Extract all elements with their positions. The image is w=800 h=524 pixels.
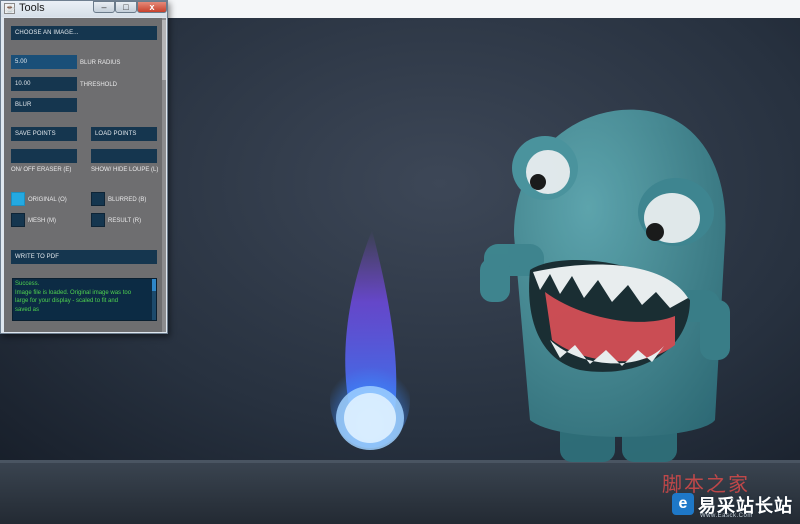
load-points-button[interactable]: LOAD POINTS bbox=[91, 127, 157, 141]
status-line: Success. bbox=[15, 281, 40, 287]
tools-panel: CHOOSE AN IMAGE... 5.00 BLUR RADIUS 10.0… bbox=[4, 18, 166, 332]
status-line: Image file is loaded. Original image was… bbox=[15, 289, 132, 296]
write-to-pdf-button[interactable]: WRITE TO PDF bbox=[11, 250, 157, 264]
blur-radius-label: BLUR RADIUS bbox=[80, 60, 121, 66]
panel-scrollbar[interactable] bbox=[162, 18, 166, 332]
loupe-toggle-label: SHOW/ HIDE LOUPE (L) bbox=[91, 167, 159, 173]
easck-logo-icon: e bbox=[672, 493, 694, 515]
maximize-button[interactable]: □ bbox=[115, 1, 137, 13]
mesh-view-checkbox[interactable] bbox=[11, 213, 25, 227]
result-view-label: RESULT (R) bbox=[108, 218, 142, 224]
eraser-toggle-button[interactable] bbox=[11, 149, 77, 163]
status-line: large for your display - scaled to fit a… bbox=[15, 298, 119, 305]
watermark-url: Www.Easck.Com bbox=[700, 513, 753, 519]
blurred-view-checkbox[interactable] bbox=[91, 192, 105, 206]
minimize-button[interactable]: ‒ bbox=[93, 1, 115, 13]
threshold-label: THRESHOLD bbox=[80, 82, 118, 88]
loupe-toggle-button[interactable] bbox=[91, 149, 157, 163]
mesh-view-label: MESH (M) bbox=[28, 218, 56, 224]
java-cup-icon: ☕ bbox=[4, 3, 15, 14]
blur-button[interactable]: BLUR bbox=[11, 98, 77, 112]
status-log[interactable]: Success. Image file is loaded. Original … bbox=[12, 278, 157, 321]
window-title: Tools bbox=[19, 2, 45, 14]
blur-radius-input[interactable]: 5.00 bbox=[11, 55, 77, 69]
original-view-label: ORIGINAL (O) bbox=[28, 197, 67, 203]
close-button[interactable]: x bbox=[137, 1, 167, 13]
tools-window: ☕ Tools ‒ □ x CHOOSE AN IMAGE... 5.00 BL… bbox=[0, 0, 168, 334]
choose-image-button[interactable]: CHOOSE AN IMAGE... bbox=[11, 26, 157, 40]
panel-scroll-thumb[interactable] bbox=[162, 20, 166, 80]
save-points-button[interactable]: SAVE POINTS bbox=[11, 127, 77, 141]
original-view-checkbox[interactable] bbox=[11, 192, 25, 206]
title-bar[interactable]: ☕ Tools ‒ □ x bbox=[1, 1, 167, 17]
threshold-input[interactable]: 10.00 bbox=[11, 77, 77, 91]
status-scrollbar[interactable] bbox=[152, 279, 156, 320]
result-view-checkbox[interactable] bbox=[91, 213, 105, 227]
status-scroll-thumb[interactable] bbox=[152, 279, 156, 291]
blurred-view-label: BLURRED (B) bbox=[108, 197, 147, 203]
status-line: saved as bbox=[15, 306, 40, 313]
eraser-toggle-label: ON/ OFF ERASER (E) bbox=[11, 167, 72, 173]
